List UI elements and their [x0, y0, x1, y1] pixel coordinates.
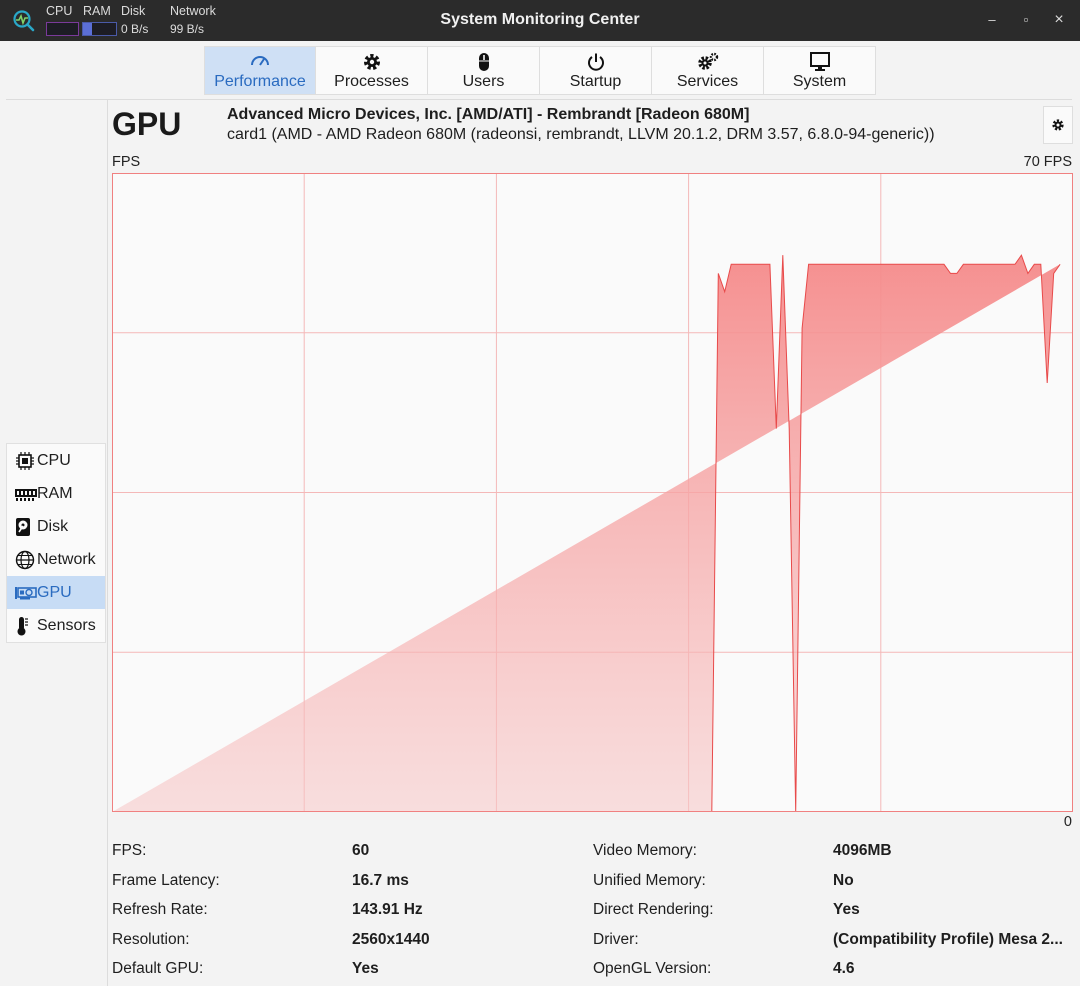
tabbar-divider [6, 99, 1072, 100]
chart-settings-button[interactable] [1043, 106, 1073, 144]
fps-chart [112, 173, 1073, 812]
power-icon [540, 52, 651, 72]
chart-y-min-label: 0 [1063, 814, 1072, 830]
sidebar-item-label: Sensors [37, 616, 96, 634]
gears-icon [652, 52, 763, 72]
fps-area [112, 255, 1061, 812]
info-value: 16.7 ms [352, 872, 409, 889]
window-titlebar: CPU RAM Disk Network 0 B/s 99 B/s System… [0, 0, 1080, 41]
tab-label: Users [462, 73, 505, 90]
info-value: No [833, 872, 854, 889]
info-key: OpenGL Version: [593, 960, 712, 977]
info-key: Unified Memory: [593, 872, 706, 889]
page-title: GPU [112, 106, 182, 142]
minimize-button[interactable]: – [982, 10, 1002, 30]
globe-icon [15, 550, 37, 570]
sidebar-item-cpu[interactable]: CPU [7, 444, 105, 477]
info-key: Resolution: [112, 931, 190, 948]
tab-system[interactable]: System [764, 46, 876, 95]
maximize-button[interactable]: ▫ [1016, 10, 1036, 30]
tab-label: Startup [569, 73, 622, 90]
sidebar-item-label: CPU [37, 451, 71, 469]
tab-label: Services [676, 73, 739, 90]
sidebar-item-sensors[interactable]: Sensors [7, 609, 105, 642]
tab-services[interactable]: Services [652, 46, 764, 95]
graphics-card-icon [15, 583, 37, 603]
monitor-icon [764, 52, 875, 72]
tab-label: Processes [334, 73, 409, 90]
ram-module-icon [15, 484, 37, 504]
mouse-icon [428, 52, 539, 72]
info-value: (Compatibility Profile) Mesa 2... [833, 931, 1063, 948]
info-value: 143.91 Hz [352, 901, 423, 918]
tab-users[interactable]: Users [428, 46, 540, 95]
chart-y-label: FPS [112, 154, 141, 170]
sidebar-item-label: Disk [37, 517, 69, 535]
info-key: Frame Latency: [112, 872, 220, 889]
sidebar-divider [107, 100, 108, 986]
sidebar-item-ram[interactable]: RAM [7, 477, 105, 510]
tab-startup[interactable]: Startup [540, 46, 652, 95]
window-title: System Monitoring Center [440, 11, 640, 28]
info-value: 60 [352, 842, 370, 859]
info-value: Yes [352, 960, 379, 977]
cpu-chip-icon [15, 451, 37, 471]
info-value: Yes [833, 901, 860, 918]
sidebar-item-gpu[interactable]: GPU [7, 576, 105, 609]
tab-performance[interactable]: Performance [204, 46, 316, 95]
sidebar-item-label: GPU [37, 583, 72, 601]
sidebar-item-network[interactable]: Network [7, 543, 105, 576]
sidebar-item-disk[interactable]: Disk [7, 510, 105, 543]
main-tabbar: Performance Processes Users Startup Serv… [204, 46, 876, 95]
info-key: FPS: [112, 842, 147, 859]
sidebar-item-label: RAM [37, 484, 73, 502]
info-key: Direct Rendering: [593, 901, 714, 918]
gpu-device-details: card1 (AMD - AMD Radeon 680M (radeonsi, … [227, 126, 935, 143]
hard-disk-icon [15, 517, 37, 537]
chart-y-max-label: 70 FPS [1023, 154, 1072, 170]
tab-label: Performance [214, 73, 306, 90]
fps-chart-svg [112, 173, 1073, 812]
gear-icon [316, 52, 427, 72]
info-key: Refresh Rate: [112, 901, 208, 918]
info-key: Driver: [593, 931, 639, 948]
device-sidebar: CPU RAM Disk Network GPU Sensors [6, 443, 106, 643]
thermometer-icon [15, 616, 37, 636]
sidebar-item-label: Network [37, 550, 96, 568]
info-value: 4.6 [833, 960, 855, 977]
gear-icon [1052, 119, 1064, 131]
tab-processes[interactable]: Processes [316, 46, 428, 95]
gauge-icon [205, 52, 315, 72]
info-key: Default GPU: [112, 960, 204, 977]
tab-label: System [792, 73, 847, 90]
gpu-device-name: Advanced Micro Devices, Inc. [AMD/ATI] -… [227, 106, 750, 123]
info-value: 2560x1440 [352, 931, 430, 948]
info-key: Video Memory: [593, 842, 697, 859]
close-button[interactable]: × [1049, 10, 1069, 30]
info-value: 4096MB [833, 842, 892, 859]
